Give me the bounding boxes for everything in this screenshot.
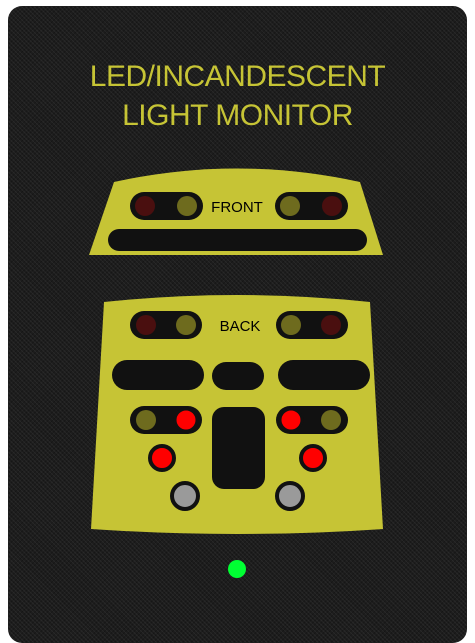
front-right-led-olive [280,196,300,216]
back-center-plate [212,407,265,489]
back-center-light-bar [212,362,264,390]
back-right-led-olive [281,315,301,335]
front-right-led-red [322,196,342,216]
front-label: FRONT [211,199,263,216]
back-left-led-red [136,315,156,335]
back-left-reverse-led [170,481,200,511]
front-light-bar [108,229,367,251]
back-lower-left-led-olive [136,410,156,430]
front-left-led-olive [177,196,197,216]
back-lower-right-led-olive [321,410,341,430]
back-left-light-bar [112,360,204,390]
back-lower-left-led-red [173,407,199,433]
front-left-led-red [135,196,155,216]
back-label: BACK [220,318,261,335]
back-right-light-bar [278,360,370,390]
back-right-led-red [321,315,341,335]
back-lower-right-led-red [278,407,304,433]
back-right-stop-led [299,444,327,472]
back-left-stop-led [148,444,176,472]
back-left-led-olive [176,315,196,335]
light-diagram: FRONT BACK [89,168,383,578]
back-right-reverse-led [275,481,305,511]
power-led [228,560,246,578]
